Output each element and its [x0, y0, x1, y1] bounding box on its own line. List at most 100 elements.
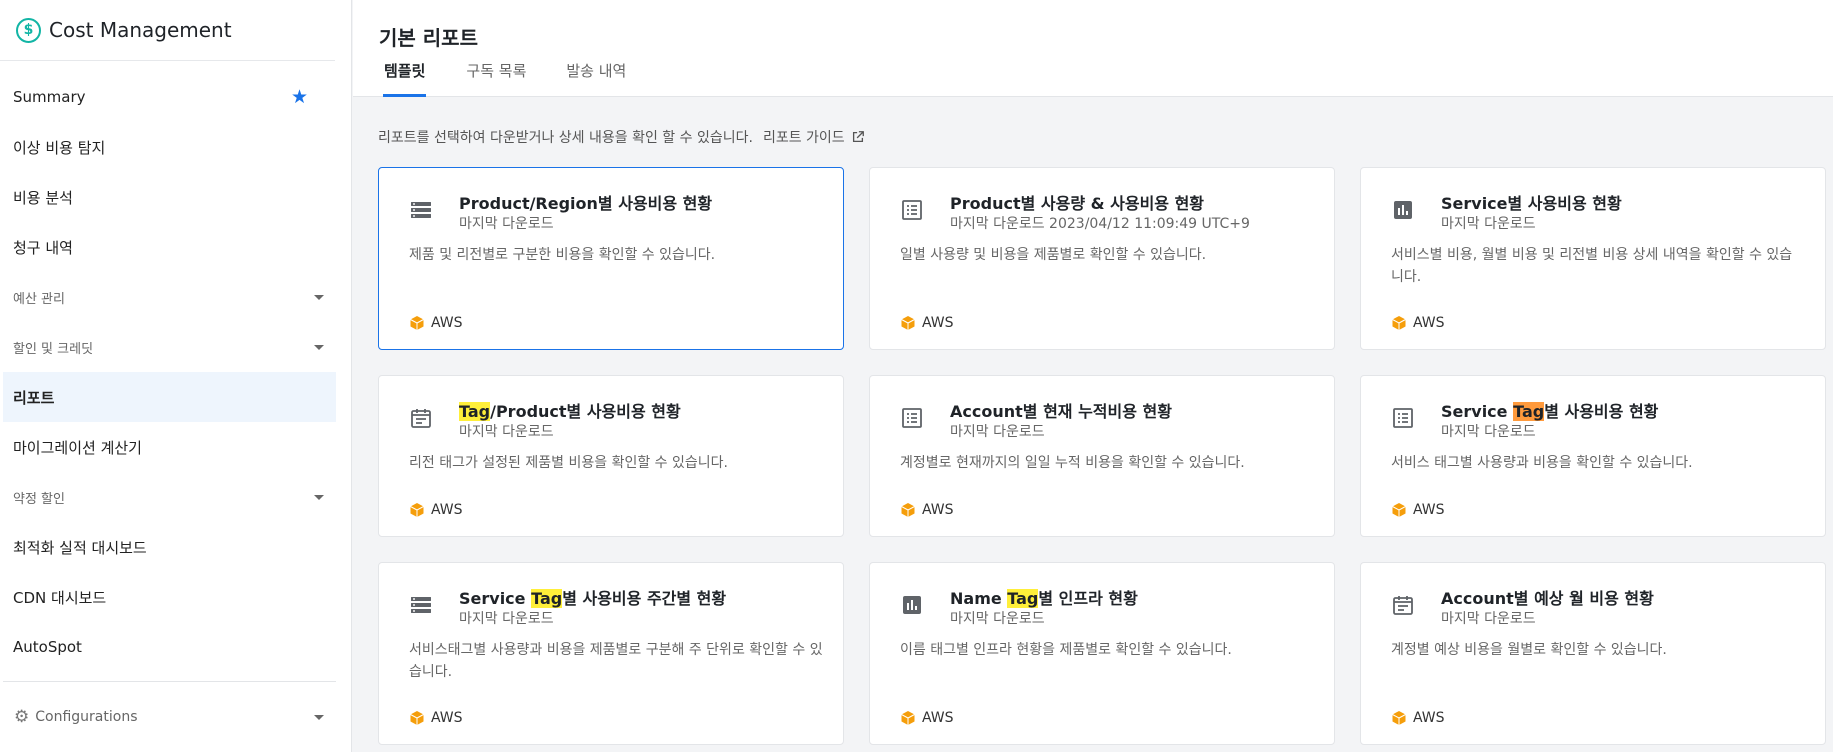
- sidebar-item-cdn-dashboard[interactable]: CDN 대시보드: [0, 572, 336, 622]
- sidebar-group-discount[interactable]: 할인 및 크레딧: [0, 322, 336, 372]
- card-title: Service별 사용비용 현황: [1441, 190, 1622, 214]
- title-suffix: 별 사용비용 주간별 현황: [562, 589, 727, 608]
- vendor-label: AWS: [1413, 315, 1445, 331]
- tab-subscriptions[interactable]: 구독 목록: [466, 60, 526, 97]
- card-last-download: 마지막 다운로드: [1441, 611, 1536, 627]
- calendar-icon: [1391, 593, 1415, 617]
- card-description: 리전 태그가 설정된 제품별 비용을 확인할 수 있습니다.: [409, 455, 728, 471]
- vendor-label: AWS: [1413, 710, 1445, 726]
- report-card[interactable]: Service Tag별 사용비용 주간별 현황 마지막 다운로드 서비스태그별…: [378, 562, 844, 745]
- aws-cube-icon: [900, 710, 916, 726]
- card-last-download: 마지막 다운로드: [950, 611, 1045, 627]
- card-description: 계정별 예상 비용을 월별로 확인할 수 있습니다.: [1391, 642, 1667, 658]
- tab-template[interactable]: 템플릿: [383, 60, 427, 97]
- card-last-download: 마지막 다운로드: [1441, 216, 1536, 232]
- sidebar-group-budget[interactable]: 예산 관리: [0, 272, 336, 322]
- card-vendor: AWS: [900, 315, 954, 331]
- title-suffix: Account별 예상 월 비용 현황: [1441, 589, 1654, 608]
- card-last-download: 마지막 다운로드: [459, 424, 554, 440]
- sidebar-configurations[interactable]: ⚙ Configurations: [0, 692, 336, 742]
- card-last-download: 마지막 다운로드 2023/04/12 11:09:49 UTC+9: [950, 216, 1250, 232]
- vendor-label: AWS: [1413, 502, 1445, 518]
- intro-text: 리포트를 선택하여 다운받거나 상세 내용을 확인 할 수 있습니다.: [378, 130, 753, 146]
- title-suffix: 별 인프라 현황: [1038, 589, 1138, 608]
- card-description: 계정별로 현재까지의 일일 누적 비용을 확인할 수 있습니다.: [900, 455, 1245, 471]
- sidebar-item-report[interactable]: 리포트: [3, 372, 336, 422]
- sidebar-divider: [3, 681, 336, 682]
- sidebar-item-label: 마이그레이션 계산기: [13, 438, 142, 457]
- bar-chart-icon: [900, 593, 924, 617]
- card-title: Name Tag별 인프라 현황: [950, 585, 1138, 609]
- report-card[interactable]: Service Tag별 사용비용 현황 마지막 다운로드 서비스 태그별 사용…: [1360, 375, 1826, 537]
- card-description: 이름 태그별 인프라 현황을 제품별로 확인할 수 있습니다.: [900, 642, 1232, 658]
- sidebar-item-summary[interactable]: Summary ★: [0, 72, 336, 122]
- brand[interactable]: $ Cost Management: [0, 0, 335, 61]
- card-title: Service Tag별 사용비용 주간별 현황: [459, 585, 726, 609]
- page-header: 기본 리포트 템플릿 구독 목록 발송 내역: [353, 0, 1833, 97]
- sidebar-item-label: AutoSpot: [13, 638, 82, 656]
- aws-cube-icon: [900, 502, 916, 518]
- aws-cube-icon: [1391, 315, 1407, 331]
- vendor-label: AWS: [922, 315, 954, 331]
- card-vendor: AWS: [1391, 315, 1445, 331]
- external-link-icon: [852, 131, 864, 143]
- title-suffix: Product/Region별 사용비용 현황: [459, 194, 713, 213]
- report-card[interactable]: Account별 예상 월 비용 현황 마지막 다운로드 계정별 예상 비용을 …: [1360, 562, 1826, 745]
- sidebar-item-cost-analysis[interactable]: 비용 분석: [0, 172, 336, 222]
- list-rows-icon: [409, 198, 433, 222]
- sidebar-item-label: CDN 대시보드: [13, 588, 107, 607]
- card-description: 일별 사용량 및 비용을 제품별로 확인할 수 있습니다.: [900, 247, 1207, 263]
- card-description: 서비스태그별 사용량과 비용을 제품별로 구분해 주 단위로 확인할 수 있습니…: [409, 642, 823, 680]
- list-detail-icon: [900, 406, 924, 430]
- card-title: Account별 예상 월 비용 현황: [1441, 585, 1654, 609]
- sidebar-item-billing[interactable]: 청구 내역: [0, 222, 336, 272]
- title-highlight: Tag: [1513, 402, 1545, 421]
- title-suffix: Service별 사용비용 현황: [1441, 194, 1622, 213]
- aws-cube-icon: [900, 315, 916, 331]
- title-prefix: Name: [950, 589, 1008, 608]
- card-description: 제품 및 리전별로 구분한 비용을 확인할 수 있습니다.: [409, 247, 716, 263]
- gear-icon: ⚙: [14, 707, 30, 727]
- card-title: Product/Region별 사용비용 현황: [459, 190, 712, 214]
- title-highlight: Tag: [1007, 589, 1039, 608]
- card-vendor: AWS: [409, 710, 463, 726]
- sidebar-item-label: 리포트: [13, 388, 55, 407]
- tab-bar: 템플릿 구독 목록 발송 내역: [383, 60, 666, 97]
- page-title: 기본 리포트: [379, 26, 478, 50]
- report-card[interactable]: Product별 사용량 & 사용비용 현황 마지막 다운로드 2023/04/…: [869, 167, 1335, 350]
- vendor-label: AWS: [922, 502, 954, 518]
- tab-send-history[interactable]: 발송 내역: [566, 60, 626, 97]
- aws-cube-icon: [409, 710, 425, 726]
- list-detail-icon: [900, 198, 924, 222]
- report-card[interactable]: Name Tag별 인프라 현황 마지막 다운로드 이름 태그별 인프라 현황을…: [869, 562, 1335, 745]
- card-description: 서비스별 비용, 월별 비용 및 리전별 비용 상세 내역을 확인할 수 있습니…: [1391, 247, 1793, 285]
- star-icon[interactable]: ★: [291, 86, 308, 108]
- report-guide-link[interactable]: 리포트 가이드: [763, 127, 865, 147]
- configurations-label: Configurations: [35, 709, 138, 725]
- title-prefix: Service: [1441, 402, 1514, 421]
- report-card[interactable]: Product/Region별 사용비용 현황 마지막 다운로드 제품 및 리전…: [378, 167, 844, 350]
- bar-chart-icon: [1391, 198, 1415, 222]
- caret-down-icon: [314, 294, 324, 300]
- sidebar-nav: Summary ★ 이상 비용 탐지 비용 분석 청구 내역 예산 관리 할인 …: [0, 72, 336, 672]
- sidebar-item-optimization-dashboard[interactable]: 최적화 실적 대시보드: [0, 522, 336, 572]
- card-vendor: AWS: [409, 315, 463, 331]
- card-title: Service Tag별 사용비용 현황: [1441, 398, 1658, 422]
- report-card[interactable]: Tag/Product별 사용비용 현황 마지막 다운로드 리전 태그가 설정된…: [378, 375, 844, 537]
- list-detail-icon: [1391, 406, 1415, 430]
- list-rows-icon: [409, 593, 433, 617]
- title-suffix: Product별 사용량 & 사용비용 현황: [950, 194, 1205, 213]
- vendor-label: AWS: [431, 502, 463, 518]
- aws-cube-icon: [1391, 710, 1407, 726]
- report-card[interactable]: Service별 사용비용 현황 마지막 다운로드 서비스별 비용, 월별 비용…: [1360, 167, 1826, 350]
- sidebar-item-migration-calculator[interactable]: 마이그레이션 계산기: [0, 422, 336, 472]
- title-highlight: Tag: [459, 402, 491, 421]
- card-last-download: 마지막 다운로드: [950, 424, 1045, 440]
- sidebar-group-commitment[interactable]: 약정 할인: [0, 472, 336, 522]
- card-vendor: AWS: [409, 502, 463, 518]
- sidebar-item-anomaly[interactable]: 이상 비용 탐지: [0, 122, 336, 172]
- title-suffix: Account별 현재 누적비용 현황: [950, 402, 1172, 421]
- aws-cube-icon: [409, 315, 425, 331]
- report-card[interactable]: Account별 현재 누적비용 현황 마지막 다운로드 계정별로 현재까지의 …: [869, 375, 1335, 537]
- sidebar-item-autospot[interactable]: AutoSpot: [0, 622, 336, 672]
